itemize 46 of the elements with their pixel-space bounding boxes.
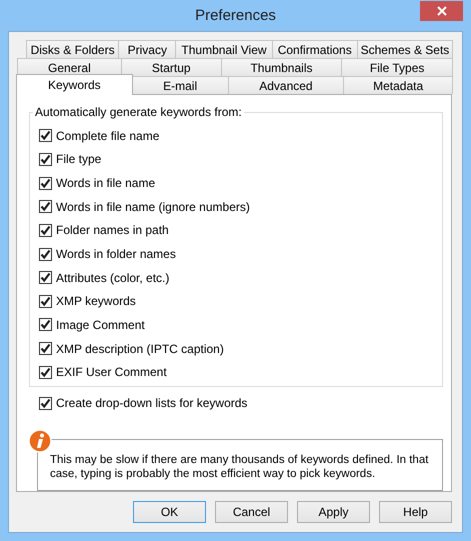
- checkbox-label: File type: [56, 152, 102, 166]
- dialog-button[interactable]: Apply: [297, 501, 370, 523]
- tab[interactable]: Thumbnail View: [175, 40, 273, 58]
- checkbox-label: Create drop-down lists for keywords: [56, 396, 248, 410]
- group-title: Automatically generate keywords from:: [33, 105, 244, 119]
- close-icon: [436, 6, 446, 16]
- checkbox[interactable]: [39, 152, 52, 166]
- checkbox-label: XMP description (IPTC caption): [56, 342, 224, 356]
- tab[interactable]: Startup: [120, 58, 222, 76]
- checkbox[interactable]: [39, 271, 52, 284]
- checkbox[interactable]: [39, 248, 52, 261]
- info-message: This may be slow if there are many thousands of keywords defined. In that case, typing is probably the most efficient way to pick keywords.: [37, 439, 443, 491]
- tab[interactable]: Confirmations: [272, 40, 358, 58]
- tab[interactable]: Advanced: [228, 76, 344, 94]
- checkbox[interactable]: [39, 318, 52, 332]
- info-icon: [28, 429, 52, 453]
- checkbox-label: Words in folder names: [56, 247, 176, 262]
- checkbox[interactable]: [39, 342, 52, 356]
- tab[interactable]: Schemes & Sets: [356, 40, 453, 58]
- checkbox-label: Words in file name: [56, 176, 156, 190]
- checkbox-label: Complete file name: [56, 128, 160, 143]
- dialog-button[interactable]: Cancel: [215, 501, 288, 523]
- checkbox-label: Folder names in path: [56, 223, 169, 238]
- tab[interactable]: Disks & Folders: [26, 40, 120, 58]
- tab[interactable]: Metadata: [343, 76, 453, 94]
- checkbox-label: Attributes (color, etc.): [56, 270, 170, 285]
- checkbox[interactable]: [39, 200, 52, 214]
- checkbox-label: EXIF User Comment: [56, 365, 167, 380]
- window-title: Preferences: [195, 7, 276, 24]
- tab[interactable]: Privacy: [118, 40, 176, 58]
- checkbox[interactable]: [39, 366, 52, 379]
- checkbox[interactable]: [39, 224, 52, 237]
- tab[interactable]: E-mail: [132, 76, 229, 94]
- tab[interactable]: Thumbnails: [220, 58, 342, 76]
- checkbox[interactable]: [39, 294, 52, 308]
- checkbox-label: Words in file name (ignore numbers): [56, 200, 250, 214]
- dialog-button[interactable]: Help: [379, 501, 452, 523]
- checkbox-label: Image Comment: [56, 318, 145, 332]
- tab[interactable]: Keywords: [16, 74, 133, 95]
- tab[interactable]: File Types: [341, 58, 454, 76]
- close-button[interactable]: [420, 1, 463, 21]
- checkbox[interactable]: [39, 396, 52, 410]
- checkbox[interactable]: [39, 129, 52, 142]
- dialog-button[interactable]: OK: [133, 501, 206, 523]
- checkbox-label: XMP keywords: [56, 294, 136, 308]
- checkbox[interactable]: [39, 176, 52, 190]
